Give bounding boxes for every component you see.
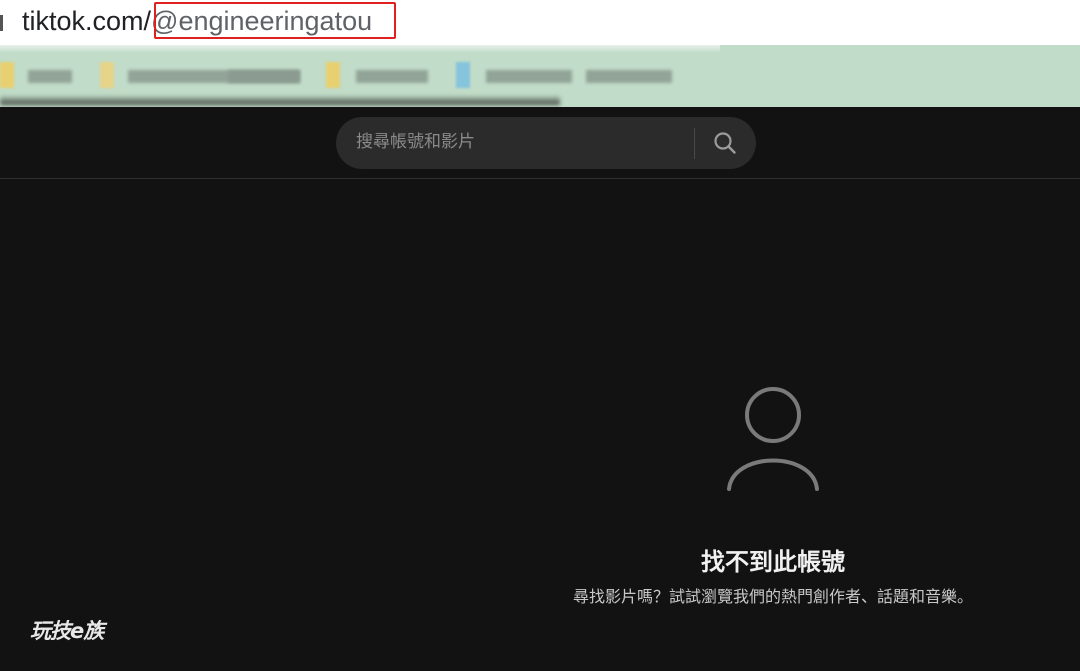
address-bar-edge xyxy=(0,15,3,31)
person-icon xyxy=(727,387,819,491)
site-header xyxy=(0,107,1080,179)
bookmarks-bar-edge xyxy=(0,45,720,53)
bookmark-icon xyxy=(0,62,14,88)
bookmark-label xyxy=(586,70,672,83)
bookmark-label xyxy=(28,70,72,83)
not-found-description: 尋找影片嗎？試試瀏覽我們的熱門創作者、話題和音樂。 xyxy=(572,587,973,606)
bookmark-icon xyxy=(100,62,114,88)
search-input[interactable] xyxy=(356,129,686,155)
bookmark-label xyxy=(228,70,300,83)
address-bar[interactable]: tiktok.com/@engineeringatou xyxy=(0,0,1080,45)
bookmark-label xyxy=(356,70,428,83)
bookmarks-bar-shadow xyxy=(0,95,560,105)
not-found-title: 找不到此帳號 xyxy=(701,548,845,576)
search-icon xyxy=(714,132,736,154)
search-box[interactable] xyxy=(336,117,756,169)
bookmark-icon xyxy=(326,62,340,88)
search-divider xyxy=(694,128,695,159)
search-button[interactable] xyxy=(700,123,750,163)
watermark: 玩技e族 xyxy=(30,619,104,643)
url-highlight-box xyxy=(154,2,396,39)
bookmark-label xyxy=(486,70,572,83)
account-not-found: 找不到此帳號 尋找影片嗎？試試瀏覽我們的熱門創作者、話題和音樂。 xyxy=(480,385,1066,625)
url-domain: tiktok.com/ xyxy=(22,6,152,36)
screenshot: tiktok.com/@engineeringatou 搜尋帳號和影片 找不到此… xyxy=(0,0,1080,671)
bookmark-icon xyxy=(456,62,470,88)
